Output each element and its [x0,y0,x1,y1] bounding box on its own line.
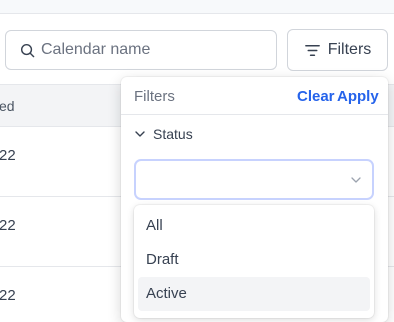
chevron-down-icon [135,131,145,137]
top-bar [0,0,394,14]
status-option-draft[interactable]: Draft [138,243,370,277]
filters-panel-header: Filters Clear Apply [121,77,388,115]
table-cell: 22 [0,147,16,164]
filters-button[interactable]: Filters [287,29,388,71]
clear-button[interactable]: Clear [297,88,335,105]
status-options-list: All Draft Active [134,205,374,318]
filters-panel-title: Filters [134,88,175,105]
table-cell: 22 [0,217,16,234]
search-icon [20,43,35,57]
filter-icon [304,44,320,56]
status-option-all[interactable]: All [138,209,370,243]
column-header: ed [0,98,15,114]
filters-button-label: Filters [327,41,372,58]
status-option-active[interactable]: Active [138,277,370,311]
chevron-down-icon [351,177,361,183]
filters-panel: Filters Clear Apply Status All Draft Act… [121,77,388,322]
search-box[interactable] [5,30,277,70]
status-select[interactable] [134,159,374,200]
apply-button[interactable]: Apply [337,88,379,105]
table-cell: 22 [0,287,16,304]
status-section-toggle[interactable]: Status [134,126,193,142]
status-section-label: Status [153,126,193,142]
search-input[interactable] [41,41,261,59]
